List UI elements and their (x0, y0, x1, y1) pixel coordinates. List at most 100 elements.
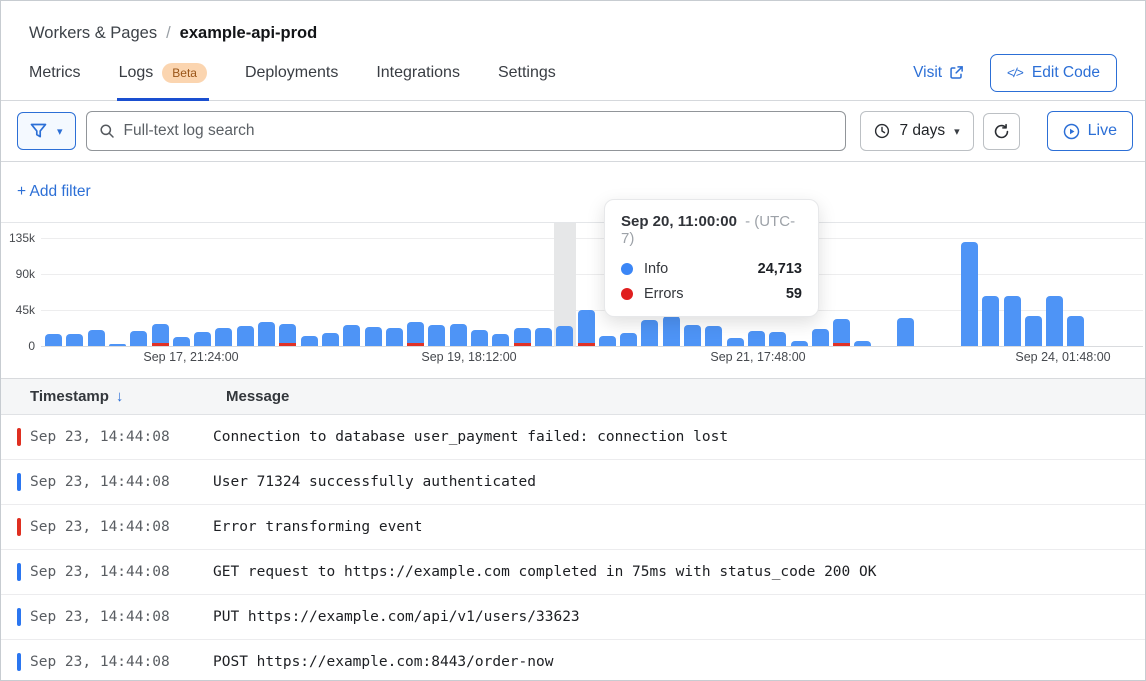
chart-y-labels: 135k90k45k0 (1, 223, 35, 378)
time-range-button[interactable]: 7 days ▾ (860, 111, 973, 151)
chart-bar[interactable] (705, 326, 722, 346)
chart-bar[interactable] (130, 331, 147, 346)
beta-badge: Beta (162, 63, 207, 83)
x-axis-line (41, 346, 1143, 347)
x-axis-label: Sep 21, 17:48:00 (710, 350, 805, 364)
chart-bar[interactable] (365, 327, 382, 346)
tab-settings[interactable]: Settings (498, 45, 556, 100)
chart-bar[interactable] (641, 320, 658, 346)
column-header-message[interactable]: Message (226, 388, 289, 405)
error-level-marker (17, 518, 21, 536)
info-level-marker (17, 563, 21, 581)
search-icon (99, 123, 115, 139)
chart-bar[interactable] (66, 334, 83, 346)
tab-metrics[interactable]: Metrics (29, 45, 81, 100)
table-row[interactable]: Sep 23, 14:44:08User 71324 successfully … (1, 460, 1145, 505)
table-row[interactable]: Sep 23, 14:44:08POST https://example.com… (1, 640, 1145, 681)
breadcrumb-separator: / (166, 24, 171, 43)
table-row[interactable]: Sep 23, 14:44:08PUT https://example.com/… (1, 595, 1145, 640)
log-timestamp: Sep 23, 14:44:08 (30, 429, 213, 445)
chart-bar[interactable] (173, 337, 190, 346)
external-link-icon (949, 65, 964, 80)
chart-bar[interactable] (961, 242, 978, 346)
live-label: Live (1088, 122, 1117, 140)
table-row[interactable]: Sep 23, 14:44:08Connection to database u… (1, 415, 1145, 460)
edit-code-label: Edit Code (1032, 64, 1100, 82)
chart-bar[interactable] (1025, 316, 1042, 346)
chart-bar[interactable] (897, 318, 914, 346)
chart-bar[interactable] (769, 332, 786, 346)
chart-bar[interactable] (727, 338, 744, 346)
table-row[interactable]: Sep 23, 14:44:08Error transforming event (1, 505, 1145, 550)
breadcrumb-current-project: example-api-prod (180, 24, 318, 43)
chart-bar[interactable] (109, 344, 126, 346)
log-volume-chart: 135k90k45k0 Sep 17, 21:24:00 Sep 19, 18:1… (1, 223, 1145, 378)
visit-link[interactable]: Visit (913, 64, 964, 82)
chart-bar[interactable] (514, 328, 531, 346)
chart-bar[interactable] (833, 319, 850, 346)
chart-bar[interactable] (556, 326, 573, 346)
log-message: User 71324 successfully authenticated (213, 474, 536, 490)
chart-bar[interactable] (684, 325, 701, 346)
chart-bar[interactable] (1004, 296, 1021, 346)
chart-bar[interactable] (301, 336, 318, 346)
chart-bar[interactable] (578, 310, 595, 346)
tab-bar-row: Metrics LogsBeta Deployments Integrations Se… (1, 45, 1145, 101)
chart-bar[interactable] (194, 332, 211, 346)
y-axis-label: 0 (28, 339, 35, 353)
chart-bar[interactable] (88, 330, 105, 346)
chart-bar[interactable] (471, 330, 488, 346)
live-button[interactable]: Live (1047, 111, 1133, 151)
chart-bar[interactable] (152, 324, 169, 346)
filter-dropdown-button[interactable]: ▾ (17, 112, 76, 150)
info-level-marker (17, 653, 21, 671)
chart-bar[interactable] (1046, 296, 1063, 346)
chart-bar[interactable] (407, 322, 424, 346)
log-timestamp: Sep 23, 14:44:08 (30, 654, 213, 670)
chart-bar[interactable] (237, 326, 254, 346)
add-filter-button[interactable]: + Add filter (17, 183, 91, 201)
chart-bar[interactable] (386, 328, 403, 346)
refresh-button[interactable] (983, 113, 1020, 150)
chart-bar[interactable] (215, 328, 232, 346)
header-actions: Visit </> Edit Code (913, 45, 1117, 100)
edit-code-button[interactable]: </> Edit Code (990, 54, 1117, 92)
errors-dot-icon (621, 288, 633, 300)
tab-deployments[interactable]: Deployments (245, 45, 338, 100)
table-row[interactable]: Sep 23, 14:44:08GET request to https://e… (1, 550, 1145, 595)
error-level-marker (17, 428, 21, 446)
chart-bar[interactable] (535, 328, 552, 346)
search-input[interactable] (124, 122, 834, 140)
tooltip-series-value: 59 (786, 286, 802, 302)
chart-bar[interactable] (599, 336, 616, 346)
column-header-timestamp[interactable]: Timestamp ↓ (30, 388, 226, 405)
log-timestamp: Sep 23, 14:44:08 (30, 564, 213, 580)
chart-bar[interactable] (812, 329, 829, 346)
chart-bar-error-segment (279, 343, 296, 346)
chart-bar[interactable] (279, 324, 296, 346)
chart-bar[interactable] (791, 341, 808, 346)
app-window: Workers & Pages / example-api-prod Metri… (0, 0, 1146, 681)
info-dot-icon (621, 263, 633, 275)
chart-bar-error-segment (578, 343, 595, 346)
chart-bar[interactable] (1067, 316, 1084, 346)
chart-bar[interactable] (663, 316, 680, 346)
x-axis-label: Sep 17, 21:24:00 (143, 350, 238, 364)
chart-bar[interactable] (982, 296, 999, 346)
tab-integrations[interactable]: Integrations (376, 45, 460, 100)
chart-bar[interactable] (428, 325, 445, 346)
chart-bar[interactable] (450, 324, 467, 346)
chart-bar[interactable] (854, 341, 871, 346)
chart-bar[interactable] (748, 331, 765, 346)
chart-bar[interactable] (620, 333, 637, 346)
chart-bar[interactable] (492, 334, 509, 346)
chart-bar[interactable] (343, 325, 360, 346)
x-axis-label: Sep 19, 18:12:00 (421, 350, 516, 364)
breadcrumb-workers-pages[interactable]: Workers & Pages (29, 24, 157, 43)
tab-logs[interactable]: LogsBeta (119, 45, 207, 100)
chart-bar-error-segment (407, 343, 424, 346)
chart-bar[interactable] (258, 322, 275, 346)
chart-bar[interactable] (322, 333, 339, 346)
chart-bar[interactable] (45, 334, 62, 346)
chart-x-labels: Sep 17, 21:24:00 Sep 19, 18:12:00 Sep 21, … (41, 350, 1145, 366)
